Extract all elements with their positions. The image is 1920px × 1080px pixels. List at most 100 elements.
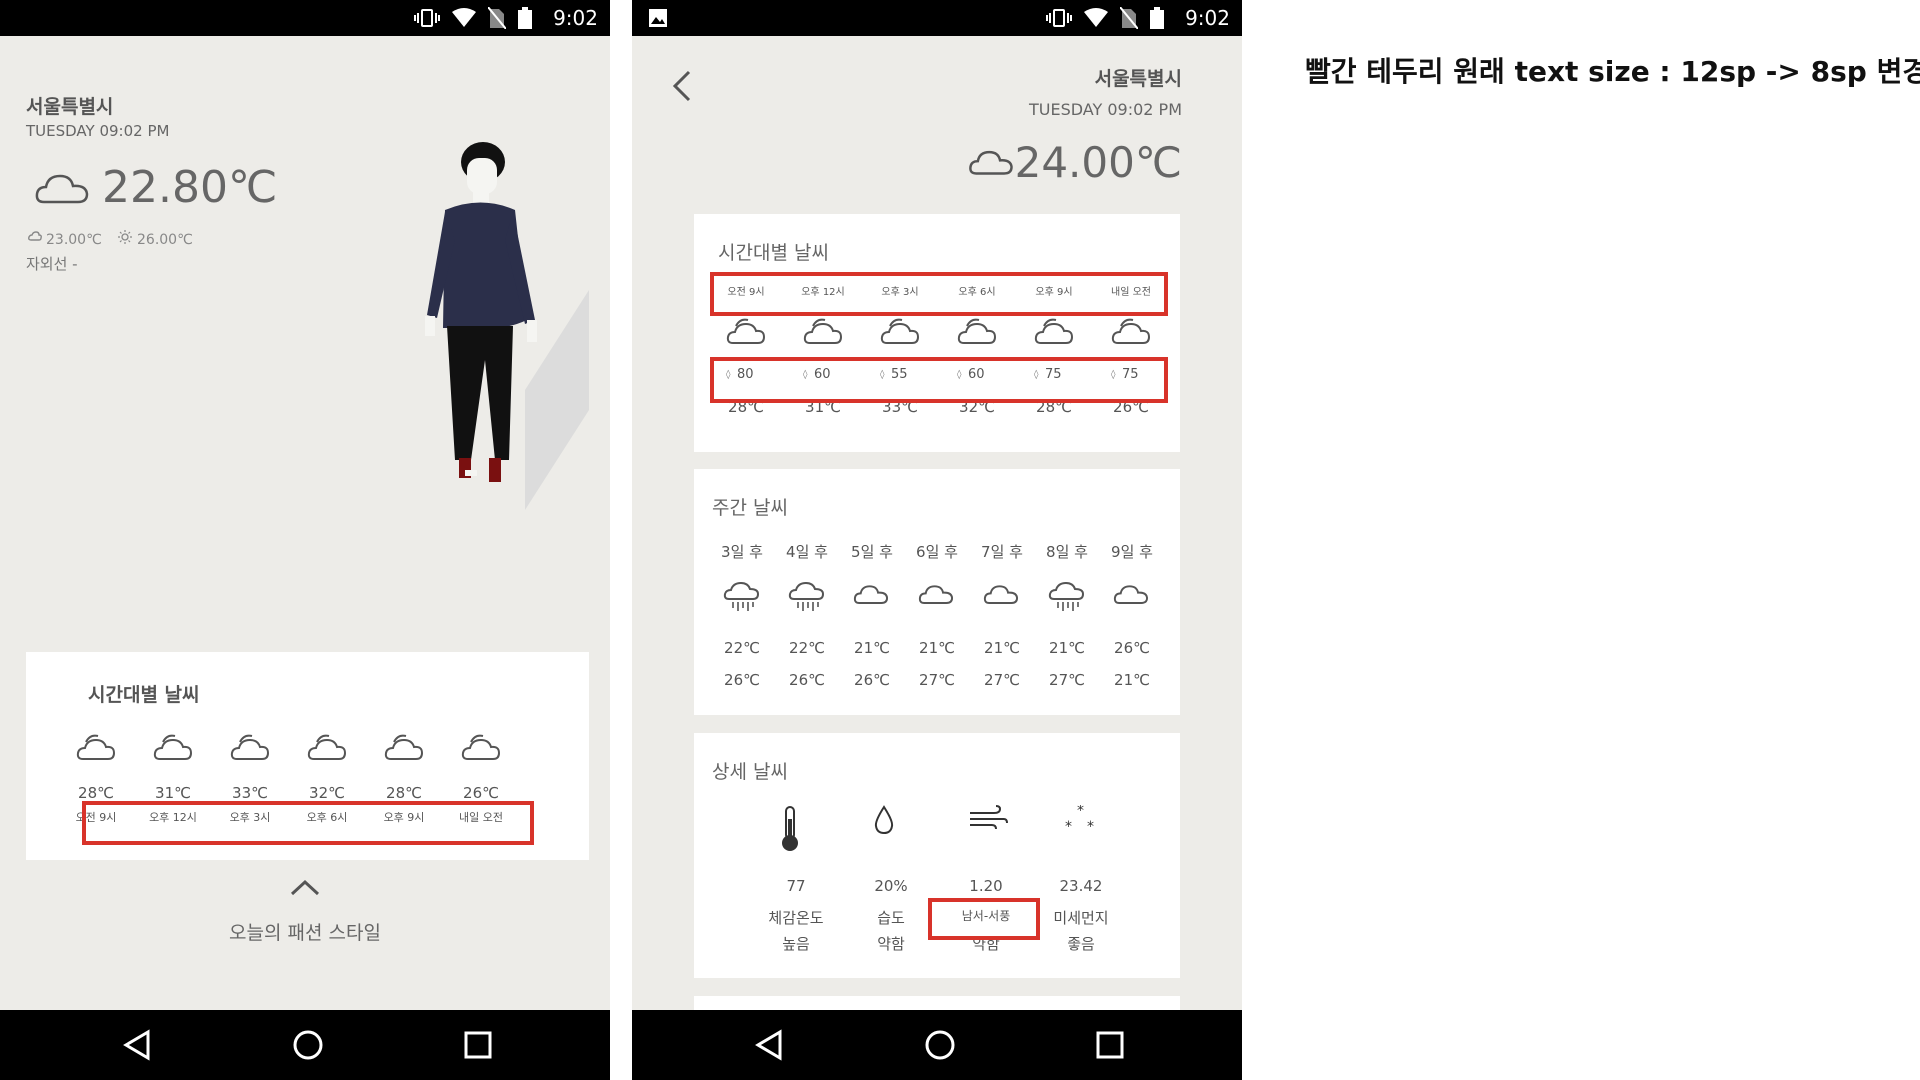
svg-text:*: * (1077, 805, 1084, 819)
recents-nav-icon[interactable] (460, 1027, 496, 1063)
home-nav-icon[interactable] (922, 1027, 958, 1063)
no-sim-icon (1119, 6, 1139, 33)
cloud-icon (1113, 581, 1149, 611)
detail-value: 20% (874, 877, 908, 895)
city-name: 서울특별시 (26, 96, 114, 118)
weekly-high: 27℃ (919, 671, 955, 689)
hourly-weather-card: 시간대별 날씨 오전 9시 ◊ 80 28℃ 오후 12시 ◊ 60 31℃ 오후 3시 ◊ 55 3… (694, 214, 1180, 452)
cloud-sun-icon (307, 732, 347, 766)
date-time: TUESDAY 09:02 PM (26, 122, 170, 140)
cloud-icon (918, 581, 954, 611)
cloud-sun-icon (76, 732, 116, 766)
cloud-sun-icon (384, 732, 424, 766)
date-time: TUESDAY 09:02 PM (1029, 100, 1182, 119)
cloud-sun-icon (957, 316, 997, 350)
detail-sub: 약함 (877, 935, 905, 953)
back-nav-icon[interactable] (752, 1027, 788, 1063)
min-temperature: 23.00℃ (46, 232, 102, 248)
left-phone-screen: 9:02 서울특별시 TUESDAY 09:02 PM 22.80℃ 23.00… (0, 0, 610, 1080)
uv-index: 자외선 - (26, 255, 78, 273)
weekly-day: 6일 후 (916, 543, 958, 561)
home-nav-icon[interactable] (290, 1027, 326, 1063)
weekly-high: 27℃ (1049, 671, 1085, 689)
detail-label: 미세먼지 (1053, 909, 1109, 927)
detail-label: 습도 (877, 909, 905, 927)
small-cloud-icon (28, 231, 42, 241)
rain-cloud-icon (788, 581, 826, 617)
max-temperature: 26.00℃ (137, 232, 193, 248)
svg-text:*: * (1065, 819, 1072, 835)
gallery-icon (648, 8, 668, 32)
vibrate-icon (414, 8, 440, 32)
weekly-high: 27℃ (984, 671, 1020, 689)
wind-icon (968, 805, 1008, 835)
highlight-box-humidity (710, 357, 1168, 403)
cloud-sun-icon (803, 316, 843, 350)
rain-cloud-icon (1048, 581, 1086, 617)
recents-nav-icon[interactable] (1092, 1027, 1128, 1063)
weekly-low: 22℃ (789, 639, 825, 657)
cloud-icon (853, 581, 889, 611)
battery-icon (1150, 7, 1164, 33)
wifi-icon (1084, 8, 1108, 32)
status-bar: 9:02 (0, 0, 610, 36)
detail-value: 1.20 (969, 877, 1003, 895)
status-icons (1046, 6, 1164, 33)
weekly-low: 21℃ (1049, 639, 1085, 657)
weekly-day: 3일 후 (721, 543, 763, 561)
fashion-illustration (405, 140, 595, 544)
dust-icon: * * * (1063, 803, 1097, 839)
cloud-sun-icon (1111, 316, 1151, 350)
current-temperature: 22.80℃ (102, 162, 278, 213)
back-arrow-icon[interactable] (672, 70, 692, 102)
fashion-style-link[interactable]: 오늘의 패션 스타일 (0, 918, 610, 945)
hourly-temp: 32℃ (309, 784, 345, 802)
detail-value: 77 (786, 877, 806, 895)
cloud-sun-icon (726, 316, 766, 350)
weekly-weather-card: 주간 날씨 3일 후 22℃ 26℃ 4일 후 22℃ 26℃ 5일 후 21℃ 26℃ 6일 후… (694, 469, 1180, 715)
thermometer-icon (778, 805, 802, 857)
status-bar: 9:02 (632, 0, 1242, 36)
chevron-up-icon[interactable] (290, 878, 320, 896)
current-temperature: 24.00℃ (1014, 138, 1182, 187)
navigation-bar (632, 1010, 1242, 1080)
hourly-temp: 26℃ (463, 784, 499, 802)
navigation-bar (0, 1010, 610, 1080)
hourly-temp: 28℃ (386, 784, 422, 802)
highlight-box-times (710, 272, 1168, 316)
sun-icon (118, 230, 132, 244)
hourly-title: 시간대별 날씨 (88, 684, 200, 706)
detail-title: 상세 날씨 (712, 761, 788, 783)
weekly-day: 8일 후 (1046, 543, 1088, 561)
rain-cloud-icon (723, 581, 761, 617)
battery-icon (518, 7, 532, 33)
detail-value: 23.42 (1059, 877, 1103, 895)
weekly-title: 주간 날씨 (712, 497, 788, 519)
weekly-low: 26℃ (1114, 639, 1150, 657)
weekly-day: 5일 후 (851, 543, 893, 561)
svg-text:*: * (1087, 819, 1094, 835)
hourly-temp: 33℃ (232, 784, 268, 802)
status-icons (414, 6, 532, 33)
vibrate-icon (1046, 8, 1072, 32)
weekly-low: 22℃ (724, 639, 760, 657)
cloud-sun-icon (153, 732, 193, 766)
weekly-low: 21℃ (919, 639, 955, 657)
wifi-icon (452, 8, 476, 32)
weekly-high: 26℃ (789, 671, 825, 689)
drop-icon (873, 805, 895, 839)
weekly-low: 21℃ (984, 639, 1020, 657)
back-nav-icon[interactable] (120, 1027, 156, 1063)
detail-weather-card: 상세 날씨 77 체감온도 높음 20% 습도 약함 1.20 남서-서풍 약함 * * * 23.42… (694, 733, 1180, 978)
weekly-day: 4일 후 (786, 543, 828, 561)
cloud-sun-icon (230, 732, 270, 766)
weekly-low: 21℃ (854, 639, 890, 657)
detail-label: 체감온도 (768, 909, 824, 927)
hourly-temp: 31℃ (155, 784, 191, 802)
detail-sub: 좋음 (1067, 935, 1095, 953)
right-phone-screen: 9:02 서울특별시 TUESDAY 09:02 PM 24.00℃ 시간대별 … (632, 0, 1242, 1080)
hourly-temp: 28℃ (78, 784, 114, 802)
weekly-high: 21℃ (1114, 671, 1150, 689)
cloud-sun-icon (880, 316, 920, 350)
cloud-sun-icon (1034, 316, 1074, 350)
